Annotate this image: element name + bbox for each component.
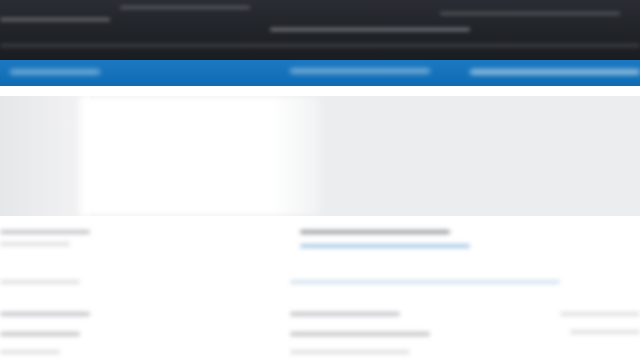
content-blur-line [560,312,640,316]
header-blur-streak [0,44,640,47]
header-blur-streak [440,12,620,15]
nav-blur-streak [470,70,640,74]
content-blur-line [0,280,80,284]
content-blur-line [290,350,410,354]
main-nav-bar[interactable] [0,60,640,86]
content-blur-line [290,312,400,316]
blurred-webpage [0,0,640,360]
hero-banner [0,96,640,216]
hero-highlight-block [80,96,320,216]
header-blur-streak [270,28,470,31]
nav-blur-streak [10,70,100,74]
content-blur-line [290,280,560,284]
content-blur-line [570,330,640,334]
content-blur-line [0,332,80,336]
top-header-bar [0,0,640,60]
nav-spacer [0,86,640,96]
header-blur-streak [0,18,110,21]
content-area [0,216,640,360]
content-blur-link[interactable] [300,244,470,248]
content-blur-line [300,230,450,234]
hero-left-shade [0,96,90,216]
content-blur-line [0,242,70,246]
content-blur-line [290,332,430,336]
content-blur-line [0,230,90,234]
content-blur-line [0,350,60,354]
content-blur-line [0,312,90,316]
header-blur-streak [120,6,250,9]
nav-blur-streak [290,69,430,73]
